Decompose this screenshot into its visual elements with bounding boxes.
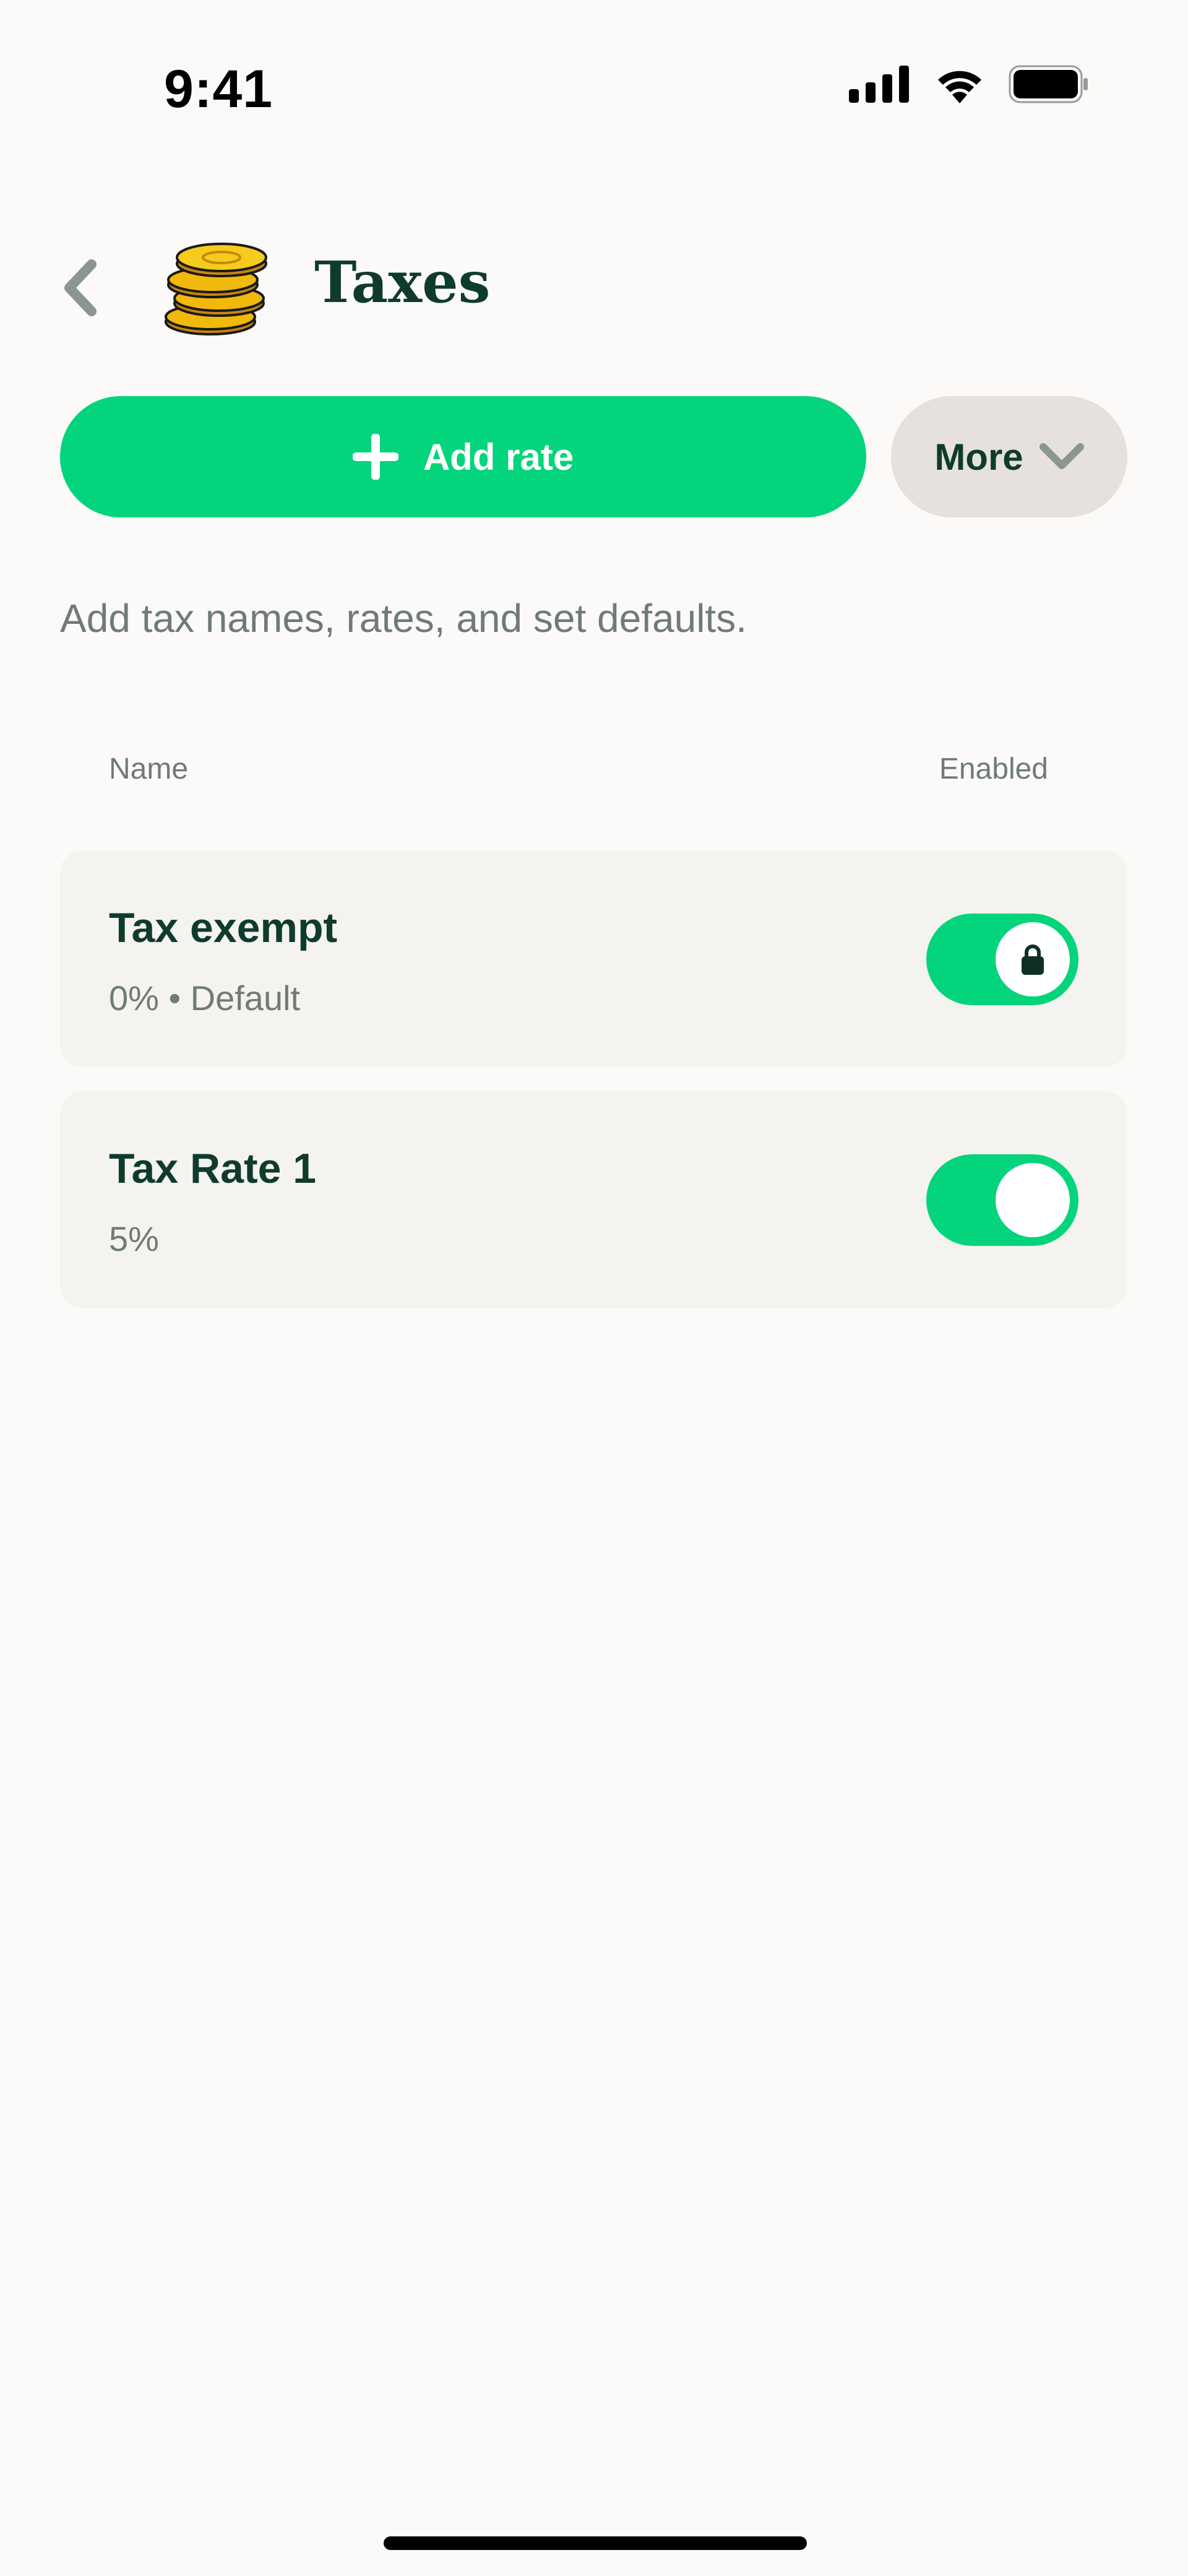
status-time: 9:41 — [164, 59, 273, 119]
chevron-left-icon — [64, 259, 97, 316]
status-icons — [849, 65, 1089, 103]
enabled-toggle[interactable] — [926, 914, 1078, 1005]
battery-icon — [1009, 65, 1088, 103]
tax-row-tax-exempt[interactable]: Tax exempt 0% • Default — [60, 850, 1127, 1067]
back-button[interactable] — [56, 254, 105, 322]
tax-name: Tax Rate 1 — [109, 1145, 317, 1192]
plus-icon — [352, 434, 398, 480]
more-label: More — [934, 436, 1023, 478]
add-rate-label: Add rate — [423, 436, 574, 478]
cellular-signal-icon — [849, 66, 909, 103]
toggle-knob — [996, 1163, 1070, 1237]
tax-row-tax-rate-1[interactable]: Tax Rate 1 5% — [60, 1091, 1127, 1308]
tax-detail: 5% — [109, 1219, 159, 1258]
coins-icon — [165, 243, 267, 335]
tax-detail: 0% • Default — [109, 979, 301, 1018]
home-indicator — [384, 2536, 807, 2550]
status-bar: 9:41 — [0, 0, 1188, 179]
tax-name: Tax exempt — [109, 904, 338, 951]
add-rate-button[interactable]: Add rate — [60, 396, 866, 517]
wifi-icon — [938, 71, 981, 103]
page-title: Taxes — [314, 249, 491, 316]
chevron-down-icon — [1039, 443, 1084, 469]
toggle-knob — [996, 922, 1070, 996]
column-header-enabled: Enabled — [939, 753, 1048, 785]
column-header-name: Name — [109, 753, 189, 785]
lock-icon — [1022, 944, 1044, 975]
page-description: Add tax names, rates, and set defaults. — [60, 596, 747, 641]
more-button[interactable]: More — [891, 396, 1127, 517]
enabled-toggle[interactable] — [926, 1154, 1078, 1246]
